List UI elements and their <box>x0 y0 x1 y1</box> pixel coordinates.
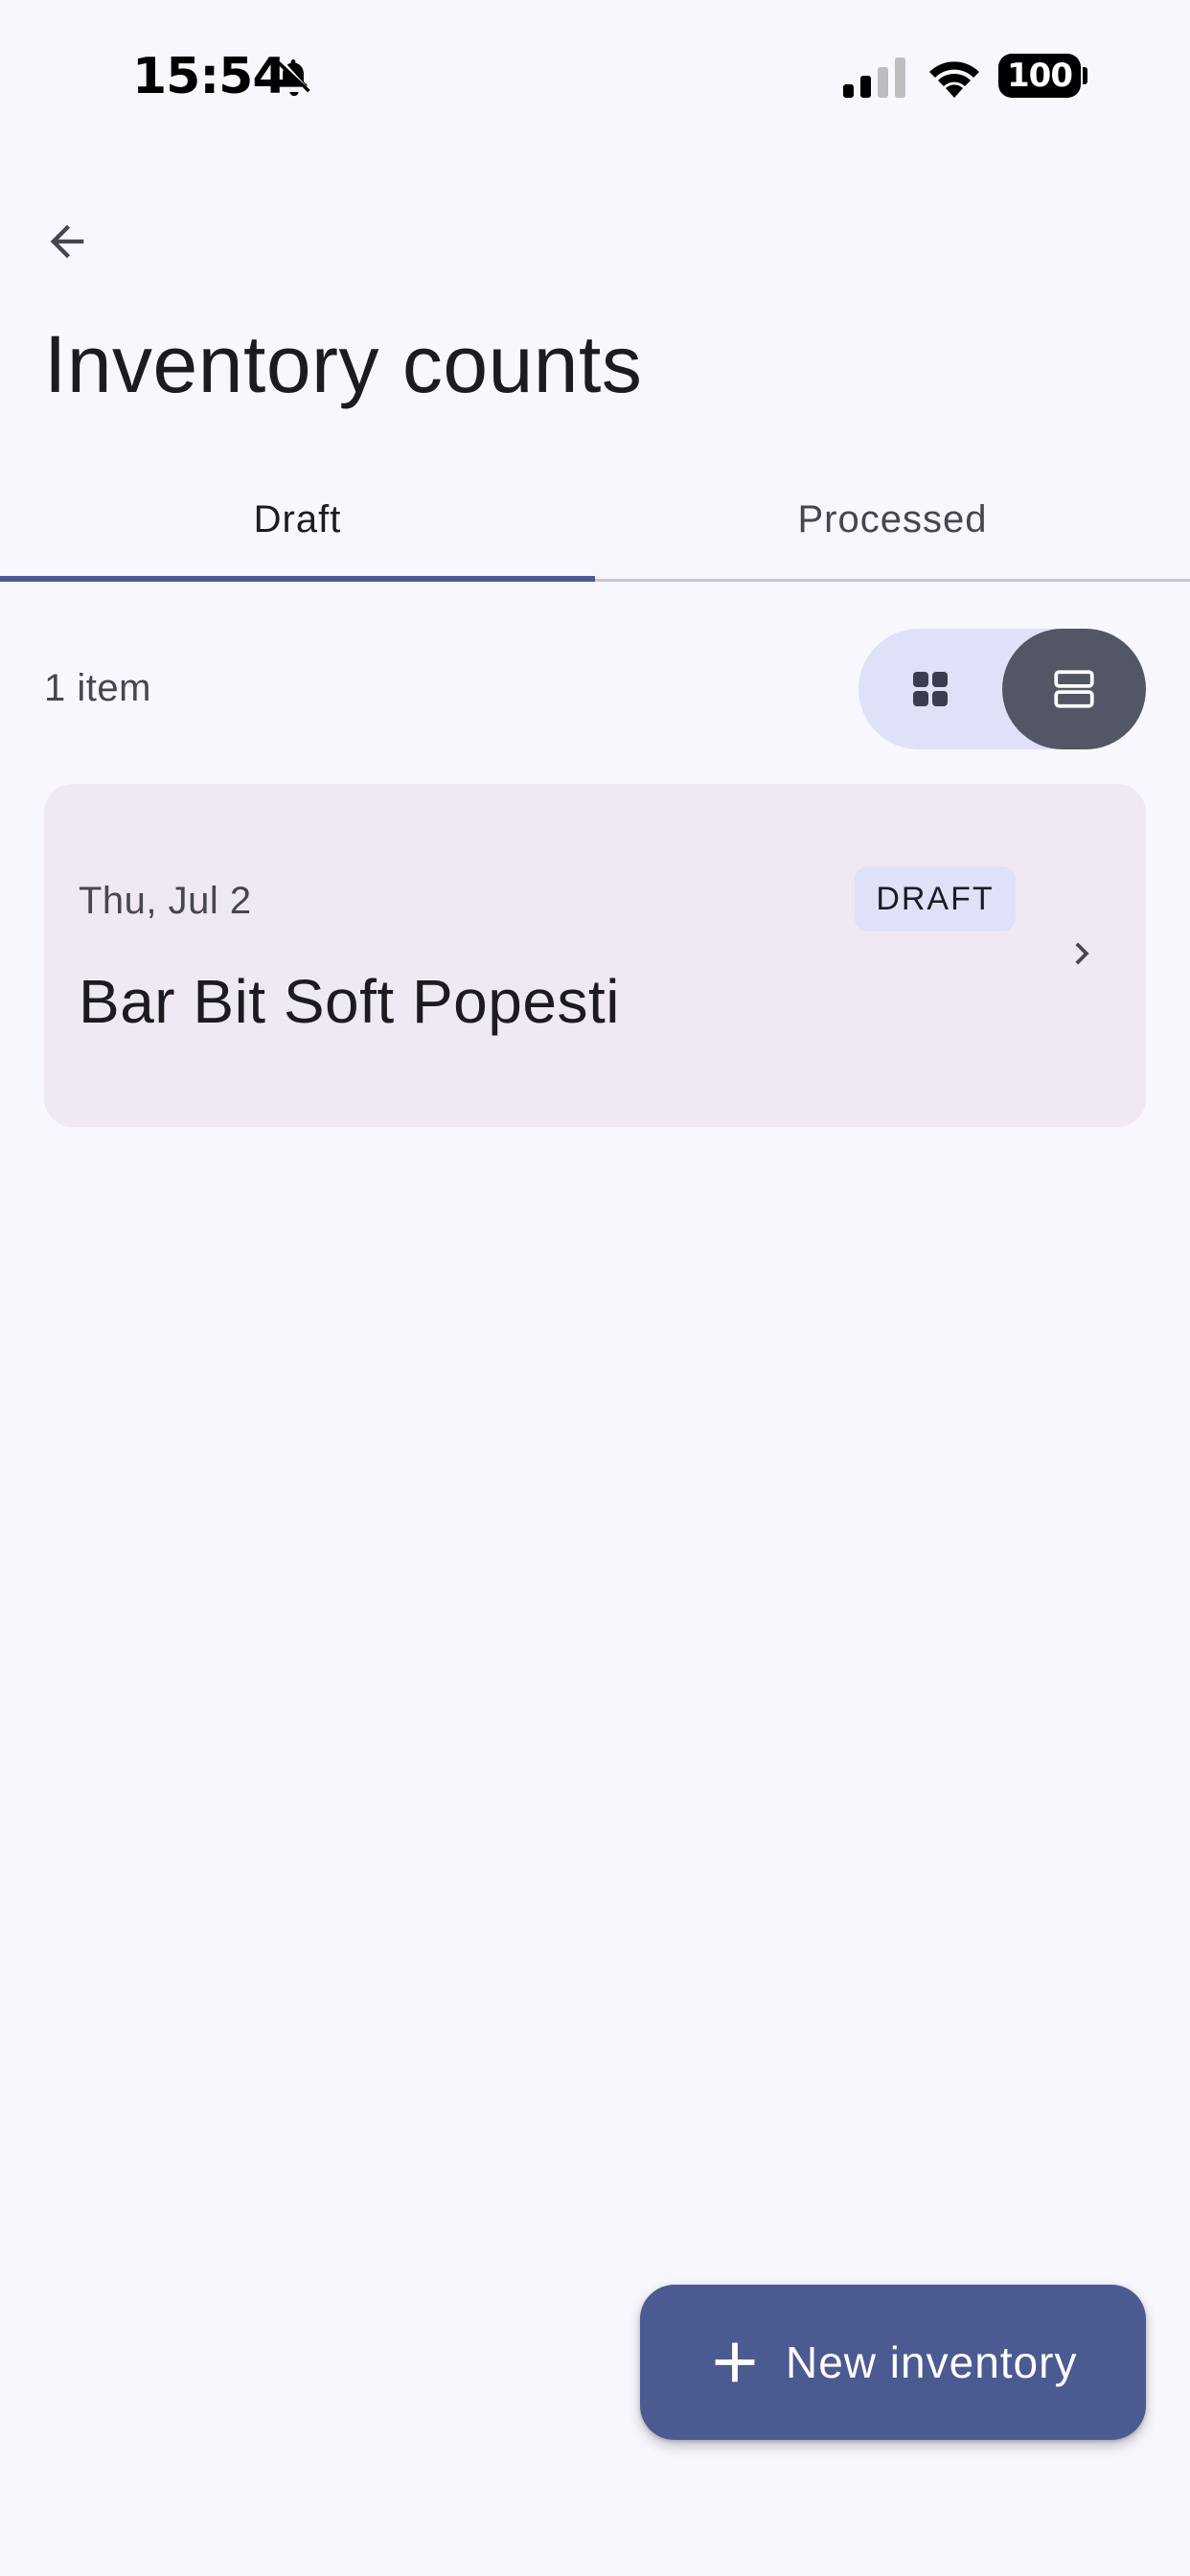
wifi-icon <box>929 61 979 98</box>
page-title: Inventory counts <box>44 319 643 409</box>
item-count: 1 item <box>44 667 151 709</box>
grid-view-icon <box>913 672 948 706</box>
battery-nub <box>1083 67 1087 84</box>
tab-bar: Draft Processed <box>0 460 1190 583</box>
chevron-right-icon <box>1075 942 1089 965</box>
view-toggle <box>858 629 1146 749</box>
tab-processed[interactable]: Processed <box>595 460 1190 579</box>
plus-icon <box>715 2342 755 2382</box>
battery-icon: 100 <box>998 54 1081 98</box>
tab-draft[interactable]: Draft <box>0 460 595 579</box>
status-time: 15:54 <box>132 48 287 105</box>
inventory-name: Bar Bit Soft Popesti <box>79 967 620 1036</box>
inventory-date: Thu, Jul 2 <box>79 880 252 922</box>
cellular-signal-icon <box>843 58 905 98</box>
list-view-button[interactable] <box>1002 629 1146 749</box>
tab-indicator <box>0 576 595 582</box>
arrow-left-icon <box>50 224 84 259</box>
list-view-icon <box>1054 670 1094 708</box>
new-inventory-label: New inventory <box>786 2337 1078 2387</box>
new-inventory-button[interactable]: New inventory <box>640 2285 1146 2440</box>
inventory-card[interactable]: Thu, Jul 2 Bar Bit Soft Popesti DRAFT <box>44 784 1146 1127</box>
grid-view-button[interactable] <box>858 629 1002 749</box>
status-badge: DRAFT <box>855 866 1016 932</box>
inventory-counts-screen: 15:54 100 Inventory counts Draft Process… <box>0 0 1190 2576</box>
back-button[interactable] <box>29 203 105 280</box>
bell-off-icon <box>277 59 310 97</box>
